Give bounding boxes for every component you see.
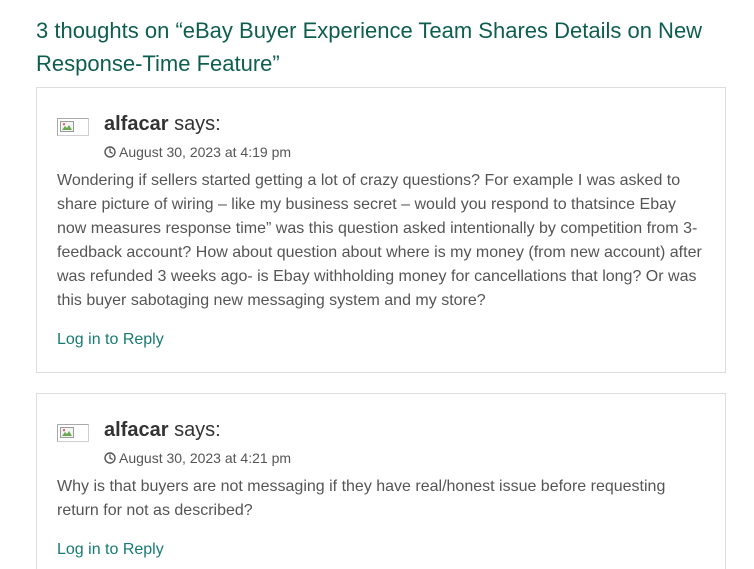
comment-date-text: August 30, 2023 at 4:21 pm <box>119 450 292 466</box>
comment-author: alfacar <box>104 419 169 441</box>
says-label: says: <box>174 419 221 441</box>
login-to-reply-link[interactable]: Log in to Reply <box>57 540 164 560</box>
clock-icon <box>104 146 116 158</box>
broken-image-icon <box>60 427 74 438</box>
clock-icon <box>104 452 116 464</box>
avatar <box>57 424 89 442</box>
broken-image-icon <box>60 121 74 132</box>
comment: alfacar says: August 30, 2023 at 4:21 pm… <box>36 393 726 569</box>
comment-date-text: August 30, 2023 at 4:19 pm <box>119 144 292 160</box>
comments-title: 3 thoughts on “eBay Buyer Experience Tea… <box>36 18 703 76</box>
comment: alfacar says: August 30, 2023 at 4:19 pm… <box>36 87 726 373</box>
comment-date[interactable]: August 30, 2023 at 4:21 pm <box>104 449 291 467</box>
login-to-reply-link[interactable]: Log in to Reply <box>57 330 164 350</box>
comment-date[interactable]: August 30, 2023 at 4:19 pm <box>104 143 291 161</box>
comment-author-line: alfacar says: <box>104 112 221 136</box>
comment-body: Wondering if sellers started getting a l… <box>57 172 702 309</box>
comment-author: alfacar <box>104 113 169 135</box>
says-label: says: <box>174 113 221 135</box>
comment-body: Why is that buyers are not messaging if … <box>57 478 666 519</box>
avatar <box>57 118 89 136</box>
comment-author-line: alfacar says: <box>104 418 221 442</box>
